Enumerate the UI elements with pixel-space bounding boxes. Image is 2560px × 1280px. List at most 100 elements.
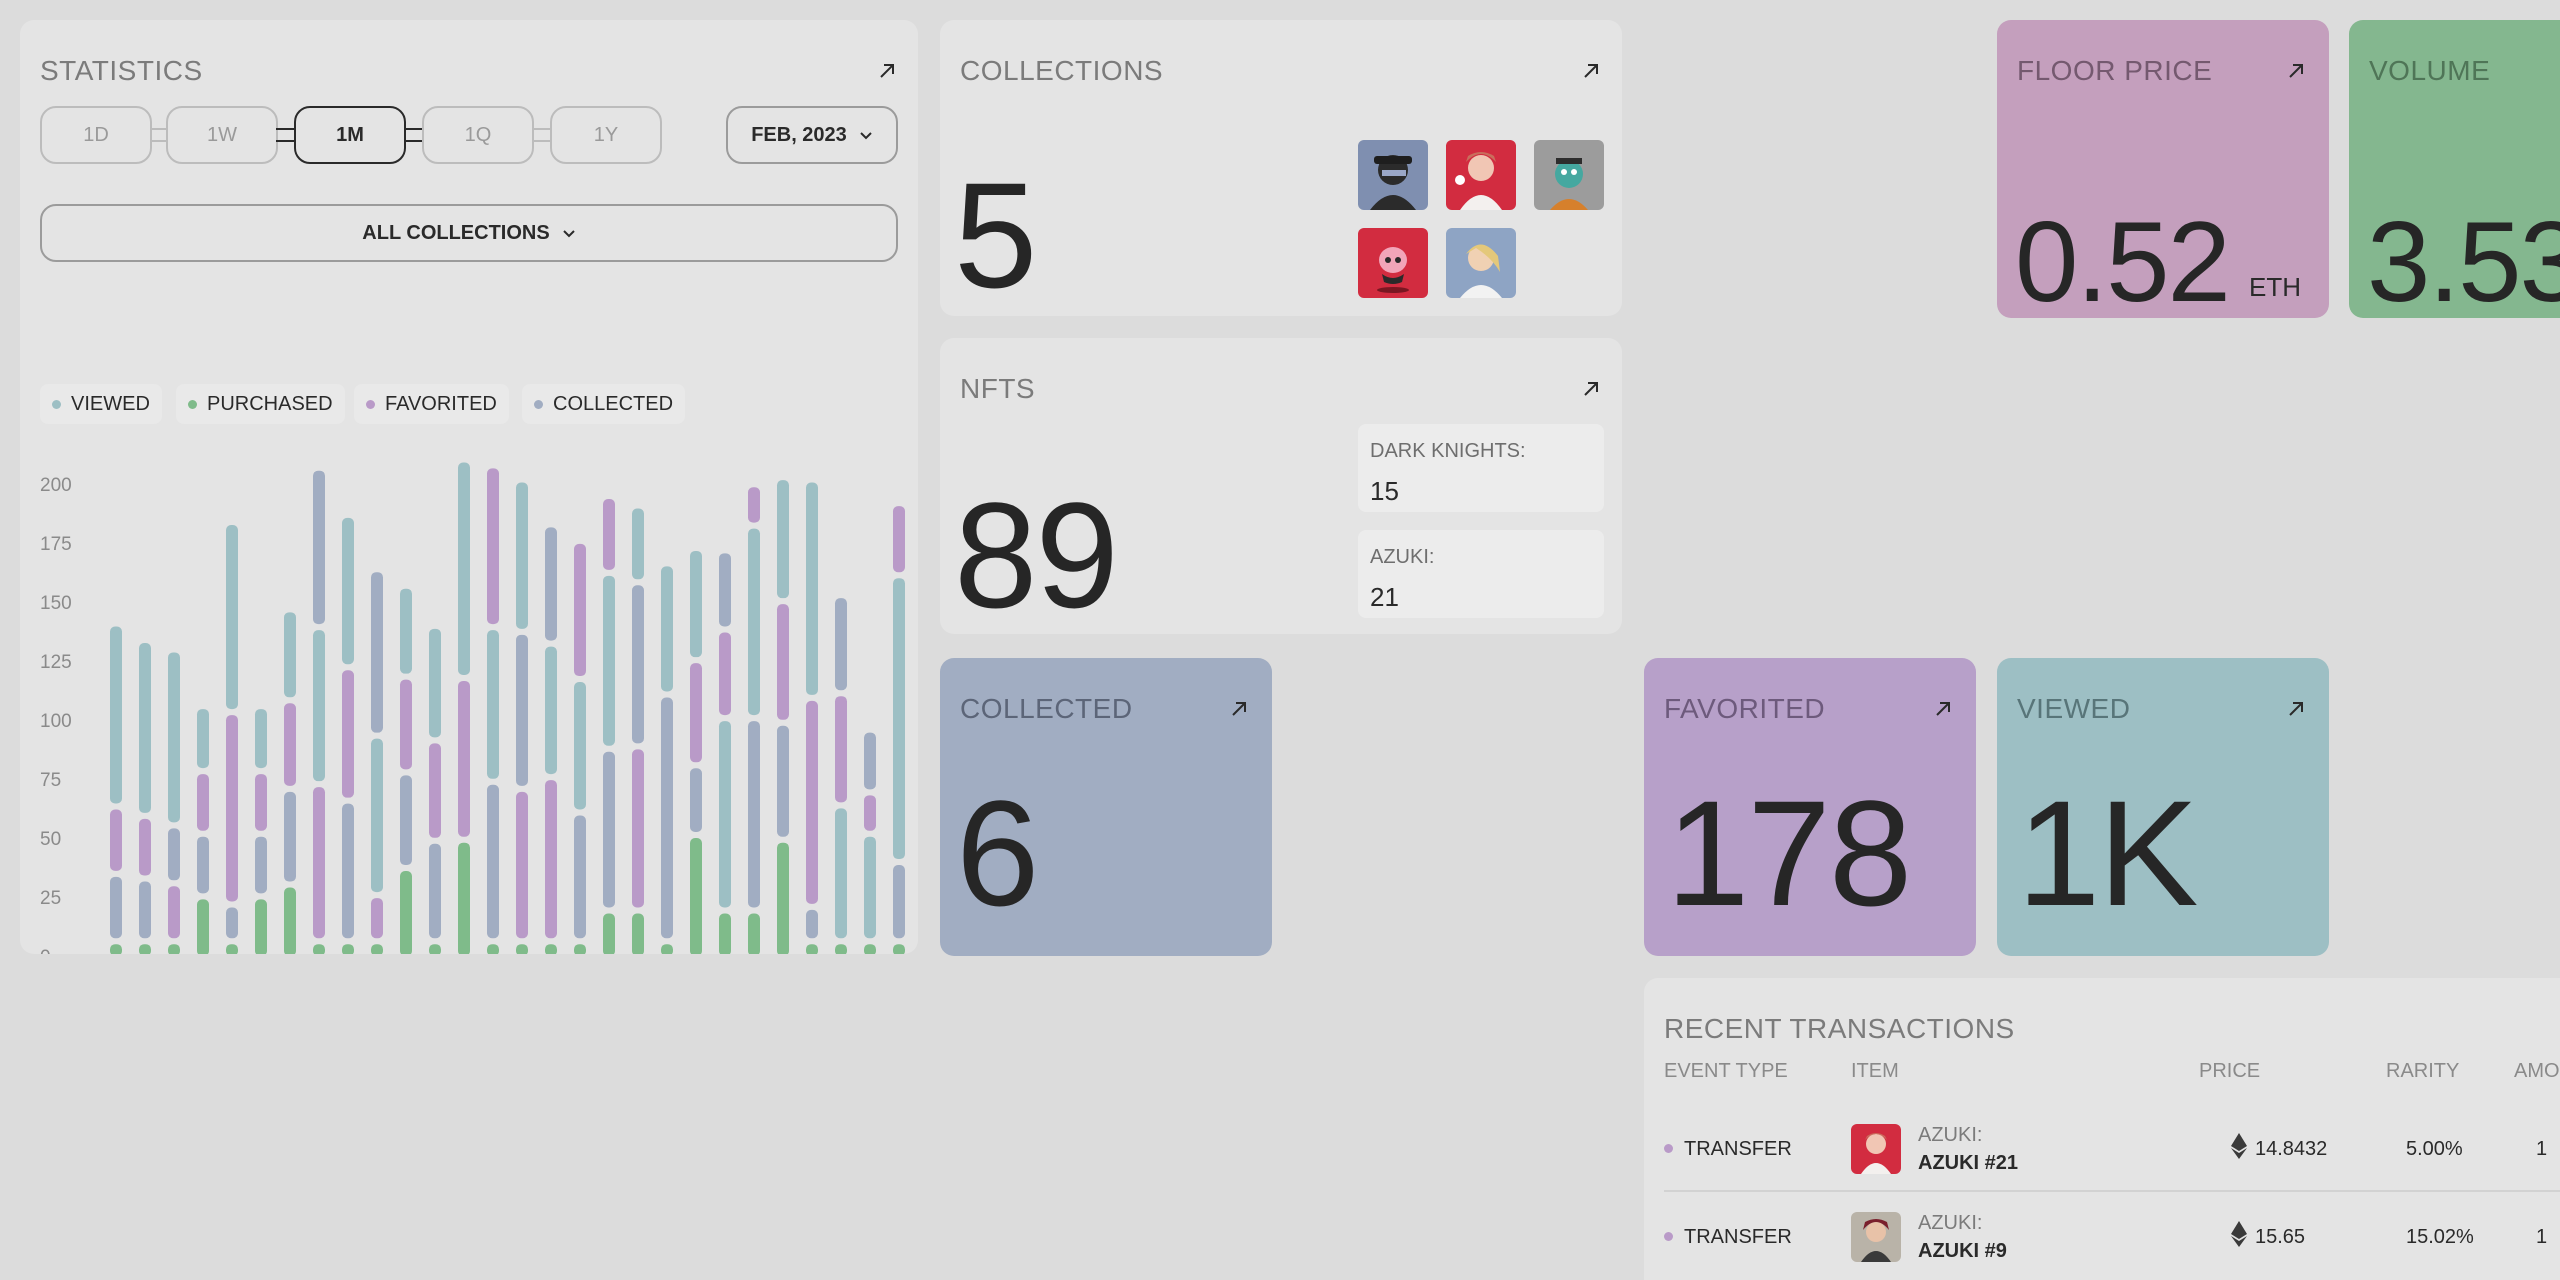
bar-segment-collected [719, 553, 731, 627]
azuki-thumbnail [1851, 1212, 1901, 1262]
nfts-count: 89 [954, 471, 1119, 634]
expand-arrow-icon[interactable] [1578, 376, 1604, 402]
item-rarity: 15.02% [2406, 1226, 2474, 1248]
bar-segment-purchased [719, 913, 731, 954]
bar-segment-viewed [371, 738, 383, 893]
event-dot-icon [1664, 1144, 1673, 1153]
bar-segment-collected [864, 732, 876, 790]
bar-segment-purchased [284, 887, 296, 954]
bar-segment-favorited [690, 663, 702, 763]
statistics-chart: 200 175 150 125 100 75 50 25 0 [40, 462, 905, 954]
item-collection: AZUKI: [1918, 1212, 1983, 1234]
expand-arrow-icon[interactable] [2283, 696, 2309, 722]
legend-viewed: VIEWED [40, 384, 162, 424]
bar-segment-collected [313, 470, 325, 625]
table-row[interactable]: TRANSFER AZUKI: AZUKI #9 15.65 15.02% 1 [1664, 1192, 2560, 1280]
knight-avatar[interactable] [1358, 140, 1428, 210]
volume-title: VOLUME [2369, 55, 2491, 86]
breakdown-value: 15 [1370, 476, 1399, 506]
bar-segment-collected [806, 909, 818, 939]
bar-segment-collected [690, 768, 702, 832]
breakdown-label: AZUKI: [1370, 546, 1435, 568]
event-dot-icon [1664, 1232, 1673, 1241]
expand-arrow-icon[interactable] [2283, 58, 2309, 84]
bar-segment-purchased [458, 842, 470, 954]
transactions-title: RECENT TRANSACTIONS [1664, 1013, 2015, 1044]
bar-segment-viewed [110, 626, 122, 804]
bar-segment-collected [777, 725, 789, 837]
item-name: AZUKI #9 [1918, 1240, 2007, 1262]
table-row[interactable]: TRANSFER AZUKI: AZUKI #21 14.8432 5.00% … [1664, 1104, 2560, 1192]
bar-segment-collected [748, 721, 760, 908]
item-collection: AZUKI: [1918, 1124, 1983, 1146]
bar-segment-purchased [864, 944, 876, 954]
bar-segment-favorited [400, 679, 412, 770]
item-price: 14.8432 [2255, 1138, 2328, 1160]
range-1m-button[interactable]: 1M [294, 106, 406, 164]
bar-segment-viewed [284, 612, 296, 698]
ape-avatar[interactable] [1534, 140, 1604, 210]
item-price: 15.65 [2255, 1226, 2306, 1248]
expand-arrow-icon[interactable] [1226, 696, 1252, 722]
skull-avatar[interactable] [1358, 228, 1428, 298]
range-1d-button[interactable]: 1D [40, 106, 152, 164]
range-1q-button[interactable]: 1Q [422, 106, 534, 164]
bar-segment-collected [545, 527, 557, 641]
bar-segment-purchased [168, 944, 180, 954]
elf-avatar[interactable] [1446, 228, 1516, 298]
bar-segment-favorited [139, 818, 151, 876]
column-header-amount: AMO [2514, 1060, 2560, 1082]
date-filter-label: FEB, 2023 [751, 123, 847, 146]
y-tick-label: 200 [40, 475, 72, 496]
bar-segment-purchased [255, 899, 267, 954]
bar-segment-viewed [342, 517, 354, 665]
bar-segment-purchased [545, 944, 557, 954]
bar-segment-favorited [168, 886, 180, 939]
bar-segment-viewed [661, 566, 673, 692]
bar-segment-viewed [197, 709, 209, 769]
bar-segment-favorited [458, 680, 470, 837]
column-header-item: ITEM [1851, 1060, 1899, 1082]
legend-dot-icon [52, 399, 61, 409]
bar-segment-viewed [255, 709, 267, 769]
bar-segment-favorited [545, 780, 557, 939]
range-1w-button[interactable]: 1W [166, 106, 278, 164]
azuki-avatar[interactable] [1446, 140, 1516, 210]
bar-segment-purchased [661, 944, 673, 954]
bar-segment-viewed [313, 630, 325, 782]
bar-segment-collected [226, 907, 238, 939]
bar-segment-viewed [545, 646, 557, 775]
column-header-price: PRICE [2199, 1060, 2261, 1082]
floor-price-card: FLOOR PRICE 0.52 ETH [1997, 20, 2329, 318]
y-tick-label: 125 [40, 652, 72, 673]
nft-breakdown-azuki: AZUKI: 21 [1358, 530, 1604, 618]
favorited-title: FAVORITED [1664, 693, 1826, 724]
collection-filter-dropdown[interactable]: ALL COLLECTIONS [40, 204, 898, 262]
chevron-down-icon [859, 124, 873, 147]
bar-segment-purchased [777, 842, 789, 954]
date-filter-dropdown[interactable]: FEB, 2023 [726, 106, 898, 164]
legend-label: PURCHASED [207, 392, 333, 415]
y-tick-label: 150 [40, 593, 72, 614]
bar-segment-favorited [893, 506, 905, 573]
expand-arrow-icon[interactable] [1578, 58, 1604, 84]
legend-collected: COLLECTED [522, 384, 686, 424]
bar-segment-viewed [835, 808, 847, 939]
y-tick-label: 25 [40, 888, 61, 909]
expand-arrow-icon[interactable] [874, 58, 900, 84]
bar-segment-collected [661, 697, 673, 939]
bar-segment-purchased [342, 944, 354, 954]
expand-arrow-icon[interactable] [1930, 696, 1956, 722]
range-1y-button[interactable]: 1Y [550, 106, 662, 164]
bar-segment-favorited [429, 743, 441, 838]
breakdown-label: DARK KNIGHTS: [1370, 440, 1526, 462]
bar-segment-collected [574, 815, 586, 939]
bar-segment-favorited [719, 632, 731, 716]
y-tick-label: 0 [40, 947, 51, 954]
bar-segment-viewed [719, 721, 731, 908]
azuki-thumbnail [1851, 1124, 1901, 1174]
y-tick-label: 100 [40, 711, 72, 732]
bar-segment-collected [342, 803, 354, 939]
legend-purchased: PURCHASED [176, 384, 345, 424]
collections-title: COLLECTIONS [960, 55, 1164, 86]
